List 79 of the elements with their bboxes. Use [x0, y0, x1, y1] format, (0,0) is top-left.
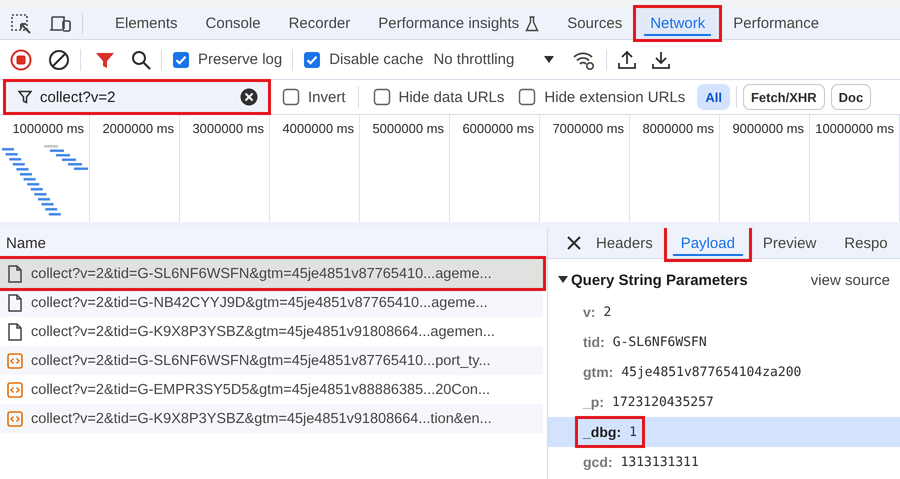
filter-field[interactable]: collect?v=2: [6, 82, 268, 112]
document-icon: [7, 264, 23, 282]
checkbox-label: Preserve log: [198, 51, 282, 68]
details-tab[interactable]: Headers: [582, 228, 667, 258]
caret-icon[interactable]: [558, 276, 568, 284]
code-icon: [7, 352, 23, 370]
parameter-value: 1723120435257: [612, 394, 714, 410]
request-row[interactable]: collect?v=2&tid=G-K9X8P3YSBZ&gtm=45je4851v91808664...agemen...: [0, 317, 543, 346]
document-icon: [7, 294, 23, 312]
checkbox[interactable]: [303, 50, 322, 68]
checkbox-label: Hide extension URLs: [544, 88, 686, 106]
column-header: Name: [6, 234, 46, 252]
parameter-row[interactable]: tid: G-SL6NF6WSFN: [548, 327, 900, 357]
filter-icon: [18, 90, 32, 104]
request-row[interactable]: collect?v=2&tid=G-K9X8P3YSBZ&gtm=45je4851v91808664...tion&en...: [0, 404, 543, 433]
time-tick-label: 10000000 ms: [815, 121, 894, 137]
parameter-row[interactable]: v: 2: [548, 297, 900, 327]
parameter-key: _dbg:: [583, 424, 622, 440]
parameter-key: _p:: [583, 394, 604, 410]
resource-type-button[interactable]: Fetch/XHR: [742, 84, 825, 110]
inspect-element-icon[interactable]: [10, 12, 32, 34]
parameter-value: 1: [629, 424, 637, 440]
flask-icon: [525, 16, 540, 32]
parameter-key: gtm:: [583, 364, 614, 380]
parameter-key: gcd:: [583, 454, 613, 470]
checkbox-label: Disable cache: [329, 51, 424, 68]
parameter-row[interactable]: gcd: 1313131311: [548, 447, 900, 477]
checkbox[interactable]: [172, 50, 190, 68]
panel-tab[interactable]: Performance: [719, 8, 834, 39]
parameter-value: 1313131311: [620, 454, 699, 470]
parameter-key: v:: [583, 304, 596, 320]
search-icon[interactable]: [131, 50, 151, 70]
details-tab[interactable]: Respo: [830, 228, 900, 258]
record-button[interactable]: [10, 48, 32, 70]
time-tick-label: 8000000 ms: [642, 121, 714, 137]
panel-tab[interactable]: Sources: [553, 8, 636, 39]
parameter-row[interactable]: gtm: 45je4851v877654104za200: [548, 357, 900, 387]
parameter-row[interactable]: _p: 1723120435257: [548, 387, 900, 417]
section-title: Query String Parameters: [571, 272, 748, 288]
time-tick-label: 4000000 ms: [282, 121, 354, 137]
panel-tab[interactable]: Performance insights: [364, 8, 554, 39]
code-icon: [7, 410, 23, 428]
caret-icon: [544, 56, 554, 64]
time-tick-label: 9000000 ms: [732, 121, 804, 137]
panel-tab[interactable]: Elements: [101, 8, 192, 39]
parameter-value: 45je4851v877654104za200: [621, 364, 802, 380]
checkbox[interactable]: [518, 88, 536, 106]
throttling-dropdown[interactable]: No throttling: [429, 51, 558, 68]
checkbox-label: Hide data URLs: [398, 88, 504, 106]
details-tab[interactable]: Preview: [748, 228, 830, 258]
time-tick-label: 5000000 ms: [372, 121, 444, 137]
parameter-key: tid:: [583, 334, 605, 350]
parameter-row[interactable]: _dbg: 1: [548, 417, 900, 447]
panel-tab[interactable]: Console: [192, 8, 275, 39]
upload-icon[interactable]: [617, 48, 638, 70]
checkbox[interactable]: [372, 88, 391, 106]
document-icon: [7, 322, 23, 340]
request-row[interactable]: collect?v=2&tid=G-NB42CYYJ9D&gtm=45je4851v87765410...ageme...: [0, 288, 543, 317]
code-icon: [7, 380, 23, 398]
checkbox-label: Invert: [308, 88, 346, 106]
resource-type-button[interactable]: Doc: [830, 84, 872, 110]
time-tick-label: 3000000 ms: [192, 121, 264, 137]
panel-tab[interactable]: Network: [636, 8, 720, 39]
view-source-link[interactable]: view source: [810, 272, 890, 288]
time-tick-label: 7000000 ms: [552, 121, 624, 137]
close-icon[interactable]: [566, 235, 582, 251]
resource-type-button[interactable]: All: [697, 84, 730, 110]
parameter-value: 2: [603, 304, 612, 320]
panel-tab[interactable]: Recorder: [274, 8, 364, 39]
request-row[interactable]: collect?v=2&tid=G-EMPR3SY5D5&gtm=45je4851v88886385...20Con...: [0, 375, 543, 404]
time-tick-label: 6000000 ms: [462, 121, 534, 137]
time-tick-label: 1000000 ms: [12, 121, 84, 137]
clear-icon[interactable]: [48, 48, 70, 70]
clear-icon[interactable]: [240, 88, 258, 106]
checkbox[interactable]: [282, 88, 300, 106]
request-row[interactable]: collect?v=2&tid=G-SL6NF6WSFN&gtm=45je4851v87765410...ageme...: [0, 259, 543, 288]
time-tick-label: 2000000 ms: [102, 121, 174, 137]
parameter-value: G-SL6NF6WSFN: [612, 334, 707, 350]
request-row[interactable]: collect?v=2&tid=G-SL6NF6WSFN&gtm=45je4851v87765410...port_ty...: [0, 346, 543, 375]
